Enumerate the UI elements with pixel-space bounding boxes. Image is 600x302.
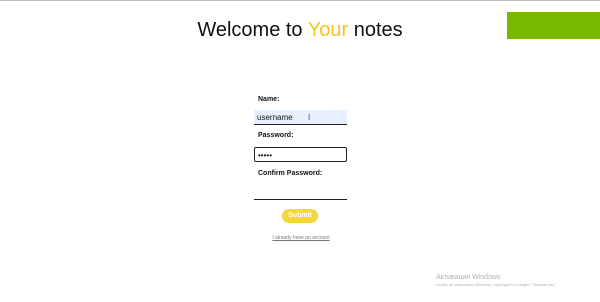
password-input[interactable]: ••••• — [254, 147, 347, 162]
title-suffix: notes — [348, 19, 403, 41]
password-label: Password: — [258, 132, 294, 139]
title-prefix: Welcome to — [197, 19, 308, 41]
title-highlight: Your — [307, 19, 349, 41]
top-border — [0, 0, 600, 1]
confirm-password-input[interactable] — [254, 185, 347, 200]
page-title: Welcome to Your notes — [0, 16, 600, 44]
name-label: Name: — [258, 96, 280, 103]
windows-activation-watermark: Активация Windows Чтобы активировать Win… — [436, 273, 557, 288]
text-cursor-icon: I — [308, 113, 311, 122]
watermark-subtitle: Чтобы активировать Windows, перейдите в … — [436, 282, 557, 287]
watermark-title: Активация Windows — [436, 274, 501, 281]
password-value: ••••• — [258, 151, 273, 160]
name-input[interactable]: username I — [254, 110, 347, 125]
confirm-password-label: Confirm Password: — [258, 170, 323, 177]
name-value: username — [257, 113, 293, 122]
login-link[interactable]: I already have an account — [254, 235, 348, 241]
submit-button[interactable]: Submit — [282, 209, 318, 223]
